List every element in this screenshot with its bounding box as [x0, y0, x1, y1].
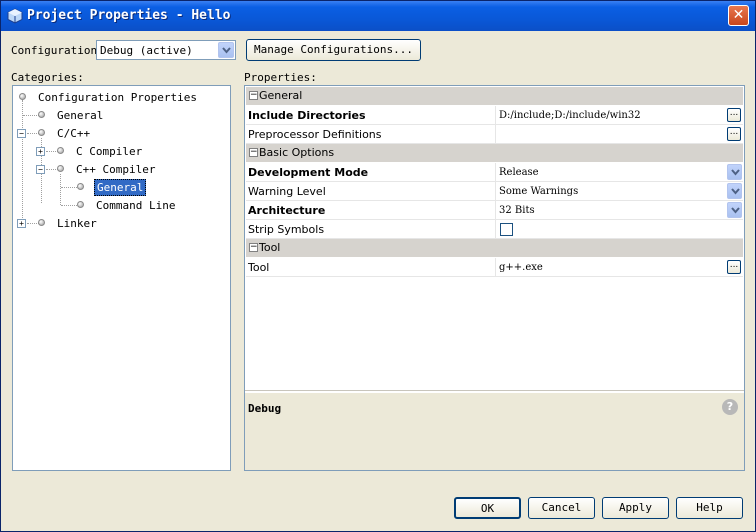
strip-symbols-checkbox[interactable] [500, 223, 513, 236]
properties-label: Properties: [244, 71, 317, 84]
tree-expand-icon[interactable]: + [17, 219, 26, 228]
configuration-combobox[interactable]: Debug (active) [96, 40, 236, 60]
tree-node-bullet-icon [38, 219, 45, 226]
project-properties-dialog: Project Properties - Hello ✕ Configurati… [0, 0, 756, 532]
description-area: Debug ? [245, 393, 744, 470]
tree-connector [60, 174, 61, 205]
tree-node-bullet-icon [77, 201, 84, 208]
help-button[interactable]: Help [676, 497, 743, 519]
configuration-value: Debug (active) [100, 44, 193, 57]
property-row-warning-level[interactable]: Warning Level Some Warnings [246, 182, 743, 201]
property-row-tool[interactable]: Tool g++.exe ... [246, 258, 743, 277]
property-row-strip-symbols[interactable]: Strip Symbols [246, 220, 743, 239]
categories-label: Categories: [11, 71, 84, 84]
chevron-down-icon[interactable] [727, 202, 742, 218]
tree-node-bullet-icon [57, 165, 64, 172]
section-general[interactable]: − General [246, 87, 743, 105]
window-title: Project Properties - Hello [27, 8, 231, 23]
categories-tree[interactable]: Configuration Properties General − C/C++… [12, 85, 231, 471]
help-icon: ? [722, 399, 738, 415]
collapse-section-icon[interactable]: − [249, 91, 258, 100]
section-basic-options[interactable]: − Basic Options [246, 144, 743, 162]
section-tool[interactable]: − Tool [246, 239, 743, 257]
chevron-down-icon[interactable] [727, 183, 742, 199]
property-row-include-directories[interactable]: Include Directories D:/include;D:/includ… [246, 106, 743, 125]
chevron-down-icon[interactable] [727, 164, 742, 180]
tree-node-bullet-icon [19, 93, 26, 100]
collapse-section-icon[interactable]: − [249, 243, 258, 252]
tree-node-bullet-icon [38, 111, 45, 118]
cancel-button[interactable]: Cancel [528, 497, 595, 519]
netbeans-cube-icon [7, 8, 23, 24]
property-row-development-mode[interactable]: Development Mode Release [246, 163, 743, 182]
tree-expand-icon[interactable]: + [36, 147, 45, 156]
include-directories-browse-button[interactable]: ... [727, 108, 741, 122]
collapse-section-icon[interactable]: − [249, 148, 258, 157]
strip-symbols-value[interactable] [495, 220, 743, 239]
warning-level-combobox[interactable]: Some Warnings [495, 182, 743, 201]
tree-node-bullet-icon [57, 147, 64, 154]
tree-node-bullet-icon [38, 129, 45, 136]
divider [245, 390, 744, 391]
properties-sheet[interactable]: − General Include Directories D:/include… [244, 85, 745, 471]
tree-collapse-icon[interactable]: − [36, 165, 45, 174]
chevron-down-icon[interactable] [218, 42, 234, 58]
tool-value[interactable]: g++.exe ... [495, 258, 743, 277]
ok-button[interactable]: OK [454, 497, 521, 519]
tree-collapse-icon[interactable]: − [17, 129, 26, 138]
preprocessor-definitions-value[interactable]: ... [495, 125, 743, 144]
configuration-label: Configuration: [11, 44, 104, 57]
development-mode-combobox[interactable]: Release [495, 163, 743, 182]
tree-connector [22, 100, 23, 222]
manage-configurations-button[interactable]: Manage Configurations... [246, 39, 421, 61]
apply-button[interactable]: Apply [602, 497, 669, 519]
property-row-preprocessor-definitions[interactable]: Preprocessor Definitions ... [246, 125, 743, 144]
preprocessor-definitions-browse-button[interactable]: ... [727, 127, 741, 141]
title-bar[interactable]: Project Properties - Hello ✕ [1, 1, 755, 31]
tool-browse-button[interactable]: ... [727, 260, 741, 274]
architecture-combobox[interactable]: 32 Bits [495, 201, 743, 220]
property-row-architecture[interactable]: Architecture 32 Bits [246, 201, 743, 220]
description-title: Debug [248, 402, 282, 415]
tree-node-bullet-icon [77, 183, 84, 190]
include-directories-value[interactable]: D:/include;D:/include/win32 ... [495, 106, 743, 125]
selected-category: General [94, 179, 147, 196]
close-button[interactable]: ✕ [728, 5, 749, 26]
